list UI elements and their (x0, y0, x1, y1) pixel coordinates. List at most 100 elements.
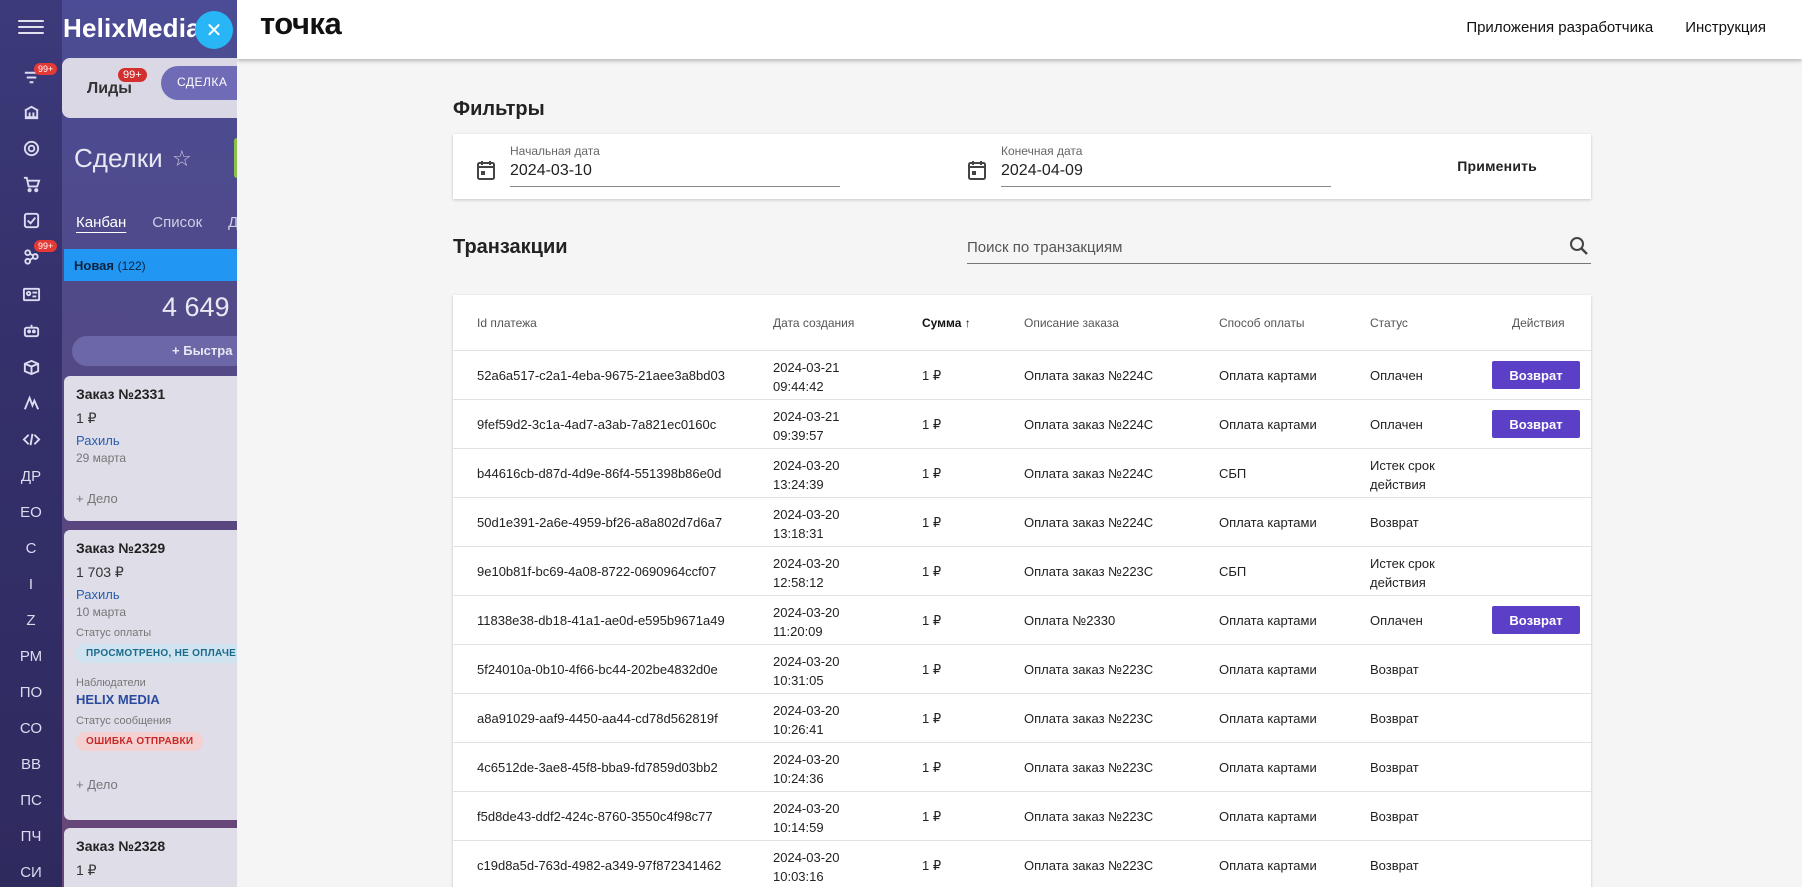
cell-date: 2024-03-20 (773, 752, 840, 767)
cell-method: Оплата картами (1219, 760, 1317, 775)
rail-item-1[interactable]: ДР (0, 460, 62, 492)
cell-method: СБП (1219, 466, 1247, 481)
rail-item-7[interactable]: ПО (0, 676, 62, 708)
hamburger-menu-icon[interactable] (18, 16, 44, 38)
view-tab-kanban[interactable]: Канбан (76, 214, 126, 231)
deal-card[interactable]: Заказ №2329 1 703 ₽ Рахиль 10 марта Стат… (64, 530, 242, 820)
rail-contacts[interactable] (0, 278, 62, 310)
rail-marketing[interactable] (0, 387, 62, 419)
cell-id[interactable]: 52a6a517-c2a1-4eba-9675-21aee3a8bd03 (477, 368, 725, 383)
cell-id[interactable]: c19d8a5d-763d-4982-a349-97f872341462 (477, 858, 721, 873)
deal-title: Заказ №2331 (76, 386, 166, 402)
table-row: 5f24010a-0b10-4f66-bc44-202be4832d0e 2024… (453, 645, 1591, 694)
cell-description: Оплата заказ №223С (1024, 858, 1154, 873)
cell-id[interactable]: 11838e38-db18-41a1-ae0d-e595b9671a49 (477, 613, 725, 628)
col-created[interactable]: Дата создания (773, 316, 854, 330)
end-date-field[interactable]: Конечная дата 2024-04-09 (944, 134, 1331, 199)
col-status[interactable]: Статус (1370, 316, 1408, 330)
robot-icon (23, 324, 39, 337)
rail-org[interactable]: 99+ (0, 240, 62, 272)
rail-item-10[interactable]: ПС (0, 784, 62, 816)
cell-id[interactable]: a8a91029-aaf9-4450-aa44-cd78d562819f (477, 711, 718, 726)
apply-button[interactable]: Применить (1457, 158, 1537, 174)
dev-apps-link[interactable]: Приложения разработчика (1466, 19, 1653, 36)
rail-item-2[interactable]: ЕО (0, 496, 62, 528)
code-icon (22, 433, 40, 445)
quick-add-label: Быстра (183, 343, 233, 358)
cell-date: 2024-03-20 (773, 556, 840, 571)
col-method[interactable]: Способ оплаты (1219, 316, 1305, 330)
refund-button[interactable]: Возврат (1492, 606, 1580, 634)
cell-status: Возврат (1370, 711, 1419, 726)
cell-date: 2024-03-20 (773, 850, 840, 865)
message-status-chip: ОШИБКА ОТПРАВКИ (76, 732, 204, 751)
rail-item-5[interactable]: Z (0, 604, 62, 636)
start-date-field[interactable]: Начальная дата 2024-03-10 (453, 134, 840, 199)
end-date-label: Конечная дата (1001, 144, 1083, 158)
tochka-logo[interactable]: точка (260, 6, 342, 42)
view-tab-list[interactable]: Список (152, 214, 202, 231)
rail-tasks[interactable] (0, 204, 62, 236)
app-rail: 99+ 99+ ДР ЕО С I Z РМ ПО СО ВВ ПС ПЧ СИ (0, 0, 62, 887)
deal-card[interactable]: Заказ №2331 1 ₽ Рахиль 29 марта + Дело (64, 376, 242, 521)
plus-icon: + (172, 343, 184, 358)
cell-date: 2024-03-21 (773, 409, 840, 424)
cell-amount: 1 ₽ (922, 613, 942, 628)
rail-filter[interactable]: 99+ (0, 61, 62, 93)
cell-id[interactable]: 50d1e391-2a6e-4959-bf26-a8a802d7d6a7 (477, 515, 722, 530)
rail-item-12[interactable]: СИ (0, 856, 62, 887)
rail-bank[interactable] (0, 96, 62, 128)
tab-leads[interactable]: Лиды (87, 80, 132, 98)
instructions-link[interactable]: Инструкция (1685, 19, 1766, 36)
start-date-input[interactable]: 2024-03-10 (510, 162, 592, 180)
col-description[interactable]: Описание заказа (1024, 316, 1119, 330)
rail-item-11[interactable]: ПЧ (0, 820, 62, 852)
cell-id[interactable]: 4c6512de-3ae8-45f8-bba9-fd7859d03bb2 (477, 760, 718, 775)
start-date-label: Начальная дата (510, 144, 600, 158)
table-row: c19d8a5d-763d-4982-a349-97f872341462 2024… (453, 841, 1591, 887)
rail-item-4[interactable]: I (0, 568, 62, 600)
rail-item-9[interactable]: ВВ (0, 748, 62, 780)
table-row: 11838e38-db18-41a1-ae0d-e595b9671a49 2024… (453, 596, 1591, 645)
rail-code[interactable] (0, 423, 62, 455)
close-panel-button[interactable]: ✕ (195, 11, 233, 49)
cell-id[interactable]: 9e10b81f-bc69-4a08-8722-0690964ccf07 (477, 564, 716, 579)
search-icon[interactable] (1569, 236, 1589, 256)
end-date-input[interactable]: 2024-04-09 (1001, 162, 1083, 180)
transactions-search[interactable]: Поиск по транзакциям (967, 229, 1591, 264)
cell-status: Оплачен (1370, 417, 1423, 432)
cell-id[interactable]: 5f24010a-0b10-4f66-bc44-202be4832d0e (477, 662, 718, 677)
cell-status: Возврат (1370, 662, 1419, 677)
cell-id[interactable]: f5d8de43-ddf2-424c-8760-3550c4f98c77 (477, 809, 713, 824)
tab-deal[interactable]: СДЕЛКА (161, 66, 242, 100)
rail-box[interactable] (0, 351, 62, 383)
top-links: Приложения разработчика Инструкция (1466, 19, 1766, 36)
favorite-star-icon[interactable]: ☆ (172, 146, 192, 172)
observer-link[interactable]: HELIX MEDIA (76, 692, 242, 707)
deal-person-link[interactable]: Рахиль (76, 587, 242, 602)
rail-robot[interactable] (0, 314, 62, 346)
add-activity-link[interactable]: + Дело (76, 491, 242, 506)
cell-amount: 1 ₽ (922, 711, 942, 726)
rail-item-6[interactable]: РМ (0, 640, 62, 672)
deal-person-link[interactable]: Рахиль (76, 433, 242, 448)
deal-card[interactable]: Заказ №2328 1 ₽ (64, 828, 242, 887)
quick-add-button[interactable]: + Быстра (72, 336, 242, 366)
cell-id[interactable]: 9fef59d2-3c1a-4ad7-a3ab-7a821ec0160c (477, 417, 716, 432)
end-date-underline (1001, 186, 1331, 187)
cell-id[interactable]: b44616cb-d87d-4d9e-86f4-551398b86e0d (477, 466, 721, 481)
rail-cart[interactable] (0, 168, 62, 200)
col-id[interactable]: Id платежа (477, 316, 537, 330)
rail-target[interactable] (0, 132, 62, 164)
cell-description: Оплата заказ №223С (1024, 760, 1154, 775)
rail-item-3[interactable]: С (0, 532, 62, 564)
col-amount[interactable]: Сумма ↑ (922, 316, 971, 330)
rail-item-8[interactable]: СО (0, 712, 62, 744)
refund-button[interactable]: Возврат (1492, 410, 1580, 438)
deal-date: 29 марта (76, 451, 127, 465)
add-activity-link[interactable]: + Дело (76, 777, 242, 792)
refund-button[interactable]: Возврат (1492, 361, 1580, 389)
search-input[interactable]: Поиск по транзакциям (967, 239, 1122, 256)
cell-created: 2024-03-20 10:26:41 (773, 701, 840, 739)
cell-time: 10:24:36 (773, 771, 824, 786)
